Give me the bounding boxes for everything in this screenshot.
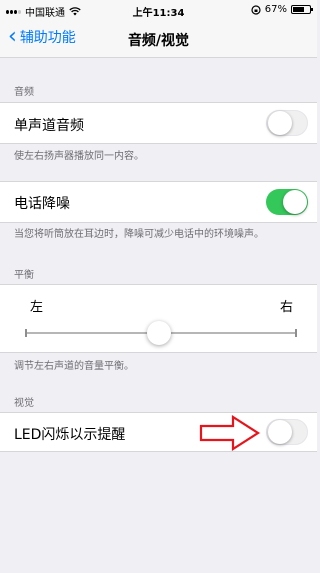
cell-led-flash: LED闪烁以示提醒 [0, 412, 317, 452]
balance-footer: 调节左右声道的音量平衡。 [14, 361, 134, 372]
cell-balance: 左 右 [0, 284, 317, 353]
mono-audio-footer: 使左右扬声器播放同一内容。 [14, 151, 144, 162]
noise-cancellation-toggle[interactable] [266, 189, 308, 215]
rotation-lock-icon [251, 4, 261, 15]
led-flash-label: LED闪烁以示提醒 [14, 427, 126, 443]
toggle-knob [283, 190, 307, 214]
cell-phone-noise-cancellation: 电话降噪 [0, 181, 317, 223]
slider-tick-left [25, 329, 27, 337]
section-header-visual: 视觉 [14, 398, 34, 409]
noise-cancellation-footer: 当您将听筒放在耳边时，降噪可减少电话中的环境噪声。 [14, 229, 264, 240]
slider-tick-right [295, 329, 297, 337]
page-title: 音频/视觉 [127, 33, 190, 49]
battery-percent: 67% [264, 4, 287, 15]
battery-icon [291, 5, 313, 14]
status-right: 67% [251, 4, 313, 15]
toggle-knob [268, 420, 292, 444]
status-bar: 中国联通 上午11:34 67% [0, 0, 317, 20]
navigation-bar: ‹ 辅助功能 音频/视觉 [0, 20, 317, 58]
mono-audio-toggle[interactable] [266, 110, 308, 136]
section-header-audio: 音频 [14, 87, 34, 98]
red-outline-arrow-icon [199, 415, 261, 451]
section-header-balance: 平衡 [14, 270, 34, 281]
balance-left-label: 左 [30, 300, 44, 315]
led-flash-toggle[interactable] [266, 419, 308, 445]
mono-audio-label: 单声道音频 [14, 118, 84, 134]
noise-cancellation-label: 电话降噪 [14, 196, 70, 212]
balance-right-label: 右 [279, 300, 293, 315]
toggle-knob [268, 111, 292, 135]
balance-slider-thumb[interactable] [147, 321, 171, 345]
cell-mono-audio: 单声道音频 [0, 102, 317, 144]
battery-fill [293, 7, 304, 12]
